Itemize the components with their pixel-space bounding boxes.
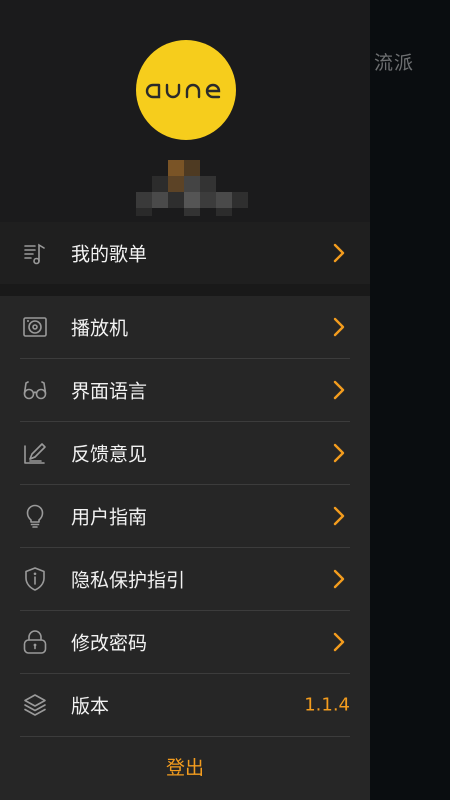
aune-logo[interactable] [136,40,236,140]
music-list-icon [24,243,45,265]
menu-item-label: 播放机 [71,317,129,340]
menu-item-privacy-guide[interactable]: 隐私保护指引 [0,548,370,610]
lock-icon [23,630,47,654]
menu-item-label: 反馈意见 [71,443,148,466]
menu-item-label: 修改密码 [71,632,148,655]
version-label: 版本 [71,695,110,718]
feedback-edit-icon [24,443,46,464]
menu-item-my-playlist[interactable]: 我的歌单 [0,222,370,284]
backdrop-title: 流派 [374,52,415,74]
chevron-right-icon [333,506,345,526]
glasses-icon [23,381,47,400]
menu-item-interface-language[interactable]: 界面语言 [0,359,370,421]
aune-logo-mark [145,83,221,99]
chevron-right-icon [333,317,345,337]
chevron-right-icon [333,569,345,589]
menu-item-player[interactable]: 播放机 [0,296,370,358]
navigation-drawer: 我的歌单 播放机 界面语言 反馈意见 用户指南 隐私保护指引 修改密码 版本 1… [0,0,370,800]
chevron-right-icon [333,443,345,463]
menu-item-version: 版本 1.1.4 [0,674,370,736]
layers-icon [24,694,46,716]
chevron-right-icon [333,380,345,400]
menu-item-user-guide[interactable]: 用户指南 [0,485,370,547]
menu-item-change-password[interactable]: 修改密码 [0,611,370,673]
player-icon [23,317,47,337]
chevron-right-icon [333,243,345,263]
main-screen-backdrop[interactable] [370,0,450,800]
logout-button[interactable]: 登出 [0,736,370,796]
menu-item-label: 用户指南 [71,506,148,529]
shield-info-icon [25,567,45,591]
chevron-right-icon [333,632,345,652]
menu-item-label: 界面语言 [71,380,148,403]
version-value: 1.1.4 [304,694,350,716]
menu-item-feedback[interactable]: 反馈意见 [0,422,370,484]
menu-item-label: 我的歌单 [71,243,148,266]
menu-item-label: 隐私保护指引 [71,569,186,592]
section-gap [0,284,370,296]
lightbulb-icon [26,504,44,528]
profile-header [0,0,370,222]
